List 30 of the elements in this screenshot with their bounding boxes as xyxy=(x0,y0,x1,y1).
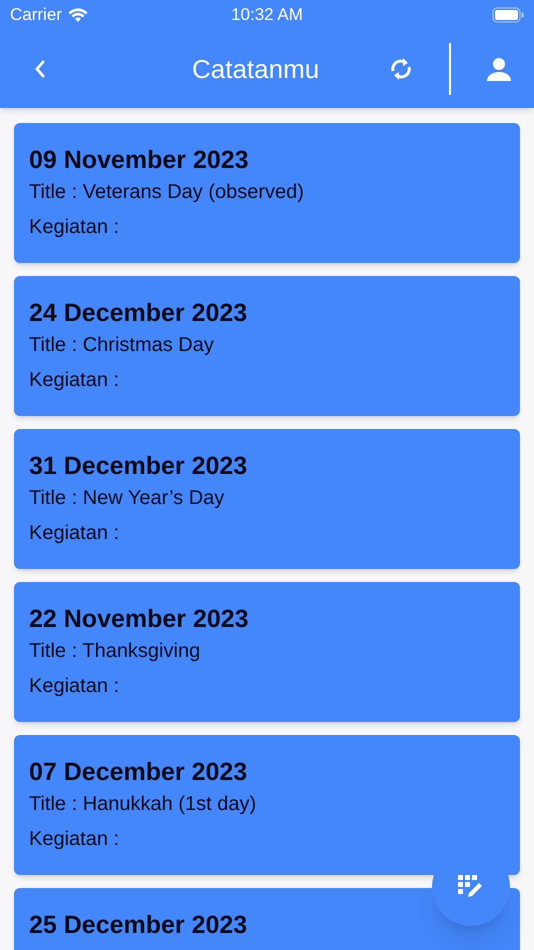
note-date: 31 December 2023 xyxy=(29,451,248,482)
note-activity: Kegiatan : xyxy=(29,521,120,546)
note-activity: Kegiatan : xyxy=(29,674,120,699)
wifi-icon xyxy=(68,8,88,22)
grid-edit-icon xyxy=(458,875,484,899)
note-date: 25 December 2023 xyxy=(29,910,248,941)
note-card[interactable]: 09 November 2023 Title : Veterans Day (observed) Kegiatan : xyxy=(14,123,520,263)
note-date: 24 December 2023 xyxy=(29,298,248,329)
profile-button[interactable] xyxy=(485,55,513,83)
clock: 10:32 AM xyxy=(231,4,303,26)
note-card[interactable]: 22 November 2023 Title : Thanksgiving Kegiatan : xyxy=(14,582,520,722)
carrier-label: Carrier xyxy=(10,4,62,26)
note-date: 07 December 2023 xyxy=(29,757,248,788)
note-title: Title : Hanukkah (1st day) xyxy=(29,792,258,817)
note-card[interactable]: 07 December 2023 Title : Hanukkah (1st day) Kegiatan : xyxy=(14,735,520,875)
note-date: 22 November 2023 xyxy=(29,604,250,635)
note-card[interactable]: 31 December 2023 Title : New Year’s Day Kegiatan : xyxy=(14,429,520,569)
note-activity: Kegiatan : xyxy=(29,827,120,852)
note-title: Title : New Year’s Day xyxy=(29,486,226,511)
screen-title: Catatanmu xyxy=(192,52,320,86)
note-card[interactable]: 24 December 2023 Title : Christmas Day Kegiatan : xyxy=(14,276,520,416)
note-card[interactable]: 25 December 2023 xyxy=(14,888,520,950)
back-chevron-icon xyxy=(33,59,47,79)
note-title: Title : Thanksgiving xyxy=(29,639,202,664)
note-title: Title : Veterans Day (observed) xyxy=(29,180,305,205)
note-activity: Kegiatan : xyxy=(29,215,120,240)
battery-icon xyxy=(492,7,524,23)
note-date: 09 November 2023 xyxy=(29,145,250,176)
note-title: Title : Christmas Day xyxy=(29,333,215,358)
note-activity: Kegiatan : xyxy=(29,368,120,393)
